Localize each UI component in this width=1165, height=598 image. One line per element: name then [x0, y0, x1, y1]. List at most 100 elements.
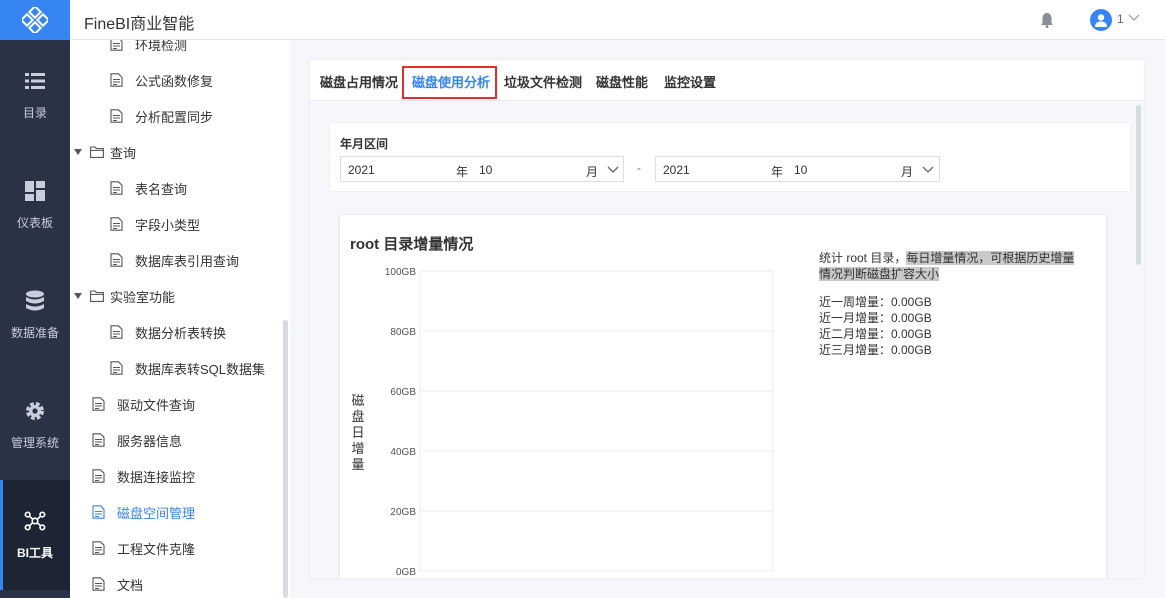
- document-icon: [110, 40, 123, 51]
- tree-item[interactable]: 服务器信息: [92, 422, 182, 458]
- tab-monitor-settings[interactable]: 监控设置: [664, 72, 716, 91]
- tree-item-label: 数据库表转SQL数据集: [135, 361, 266, 377]
- tree-item-label: 工程文件克隆: [117, 541, 196, 557]
- tab-bar: 磁盘占用情况 磁盘使用分析 垃圾文件检测 磁盘性能 监控设置: [310, 60, 1144, 100]
- y-axis-label-char: 量: [351, 457, 364, 472]
- tree-item-label: 文档: [117, 577, 144, 593]
- tree-item-label: 数据库表引用查询: [135, 253, 240, 269]
- tree-item[interactable]: 驱动文件查询: [92, 386, 195, 422]
- app-title: FineBI商业智能: [84, 16, 195, 33]
- chevron-down-icon[interactable]: [1128, 14, 1140, 22]
- document-icon: [110, 73, 123, 87]
- top-header: FineBI商业智能 1: [70, 0, 1165, 40]
- tree-item[interactable]: 数据连接监控: [92, 458, 195, 494]
- tab-disk-performance[interactable]: 磁盘性能: [596, 72, 648, 91]
- plot-area: [419, 270, 774, 572]
- database-icon: [24, 290, 46, 312]
- document-icon: [92, 505, 105, 519]
- tree-item[interactable]: 字段小类型: [110, 206, 200, 242]
- tree-item-label: 查询: [110, 145, 137, 161]
- chevron-down-icon[interactable]: [922, 166, 934, 174]
- tool-tree: 环境检测公式函数修复分析配置同步查询表名查询 字段小类型数据库表引用查询实验室功能…: [70, 40, 290, 598]
- tree-item-label: 分析配置同步: [135, 109, 214, 125]
- document-icon: [92, 469, 105, 483]
- stat-two-months: 近二月增量：0.00GB: [819, 327, 932, 341]
- rail-item-data-prep[interactable]: 数据准备: [0, 260, 70, 370]
- gear-icon: [24, 400, 46, 422]
- tree-item-label: 数据连接监控: [117, 469, 196, 485]
- user-icon: [1095, 14, 1107, 27]
- document-icon: [110, 181, 123, 195]
- tab-garbage-files[interactable]: 垃圾文件检测: [504, 72, 582, 91]
- user-count: 1: [1117, 12, 1124, 26]
- start-year-label: 年: [456, 165, 469, 179]
- y-axis-label-char: 磁: [351, 393, 364, 408]
- caret-down-icon[interactable]: [74, 149, 82, 155]
- filter-label: 年月区间: [340, 137, 389, 151]
- tab-content: 年月区间 2021 年 10 月 - 2021 年 10 月 root 目录增量…: [310, 100, 1144, 578]
- document-icon: [92, 397, 105, 411]
- tab-highlight-box: [402, 66, 497, 99]
- tree-item[interactable]: 文档: [92, 566, 143, 598]
- y-tick-label: 80GB: [390, 327, 416, 338]
- y-tick-label: 60GB: [390, 387, 416, 398]
- tree-item[interactable]: 表名查询: [110, 170, 187, 206]
- end-year-label: 年: [771, 165, 784, 179]
- chevron-down-icon[interactable]: [607, 166, 619, 174]
- description-highlight: 情况判断磁盘扩容大小: [819, 267, 940, 281]
- y-axis-label-char: 盘: [351, 409, 364, 424]
- caret-down-icon[interactable]: [74, 293, 82, 299]
- tree-item-label: 驱动文件查询: [117, 397, 196, 413]
- document-icon: [92, 541, 105, 555]
- increment-chart: 0GB 20GB 40GB 60GB 80GB 100GB 磁盘日增量: [351, 267, 774, 578]
- y-axis-label-char: 增: [351, 441, 364, 456]
- tree-item-label: 磁盘空间管理: [117, 505, 196, 521]
- avatar[interactable]: [1090, 9, 1112, 31]
- dashboard-icon: [24, 180, 46, 202]
- description-text: 统计 root 目录，: [819, 251, 907, 265]
- y-tick-label: 0GB: [396, 567, 416, 578]
- document-icon: [110, 109, 123, 123]
- start-year-value: 2021: [348, 163, 375, 177]
- rail-item-catalog[interactable]: 目录: [0, 40, 70, 150]
- document-icon: [110, 325, 123, 339]
- y-axis-label-char: 日: [351, 425, 364, 440]
- document-icon: [92, 433, 105, 447]
- rail-item-bi-tools[interactable]: BI工具: [0, 480, 70, 590]
- tree-item[interactable]: 实验室功能: [74, 278, 175, 314]
- end-month-label: 月: [901, 165, 914, 179]
- tab-disk-usage[interactable]: 磁盘占用情况: [320, 72, 398, 91]
- tree-item[interactable]: 数据库表引用查询: [110, 242, 239, 278]
- tree-item[interactable]: 公式函数修复: [110, 62, 213, 98]
- tree-item-label: 服务器信息: [117, 433, 183, 449]
- stat-week: 近一周增量：0.00GB: [819, 295, 932, 309]
- tree-item[interactable]: 查询: [74, 134, 136, 170]
- rail-label: BI工具: [16, 545, 53, 560]
- stat-month: 近一月增量：0.00GB: [819, 311, 932, 325]
- nav-rail: 目录 仪表板 数据准备 管理系统 BI工具: [0, 0, 70, 598]
- range-separator: -: [637, 161, 641, 175]
- chart-description: 统计 root 目录，每日增量情况，可根据历史增量 情况判断磁盘扩容大小: [819, 250, 1081, 282]
- end-month-select[interactable]: 2021 年 10 月: [655, 156, 940, 182]
- tree-item[interactable]: 环境检测: [110, 40, 187, 62]
- stat-three-months: 近三月增量：0.00GB: [819, 343, 932, 357]
- tree-item[interactable]: 分析配置同步: [110, 98, 213, 134]
- date-range-filter: 年月区间 2021 年 10 月 - 2021 年 10 月: [330, 123, 1130, 191]
- tree-scrollbar[interactable]: [283, 320, 288, 598]
- y-tick-label: 20GB: [390, 507, 416, 518]
- tree-item[interactable]: 数据库表转SQL数据集: [110, 350, 265, 386]
- content-scrollbar[interactable]: [1136, 105, 1141, 265]
- rail-item-management[interactable]: 管理系统: [0, 370, 70, 480]
- rail-label: 管理系统: [10, 435, 59, 450]
- y-tick-label: 40GB: [390, 447, 416, 458]
- tree-item[interactable]: 工程文件克隆: [92, 530, 195, 566]
- tree-item[interactable]: 磁盘空间管理: [92, 494, 195, 530]
- rail-item-dashboard[interactable]: 仪表板: [0, 150, 70, 260]
- tree-item-label: 环境检测: [135, 40, 188, 53]
- start-month-label: 月: [586, 165, 599, 179]
- tree-item[interactable]: 数据分析表转换: [110, 314, 226, 350]
- start-month-select[interactable]: 2021 年 10 月: [340, 156, 624, 182]
- bell-icon[interactable]: [1040, 12, 1054, 28]
- start-month-value: 10: [479, 163, 493, 177]
- app-logo[interactable]: [0, 0, 70, 40]
